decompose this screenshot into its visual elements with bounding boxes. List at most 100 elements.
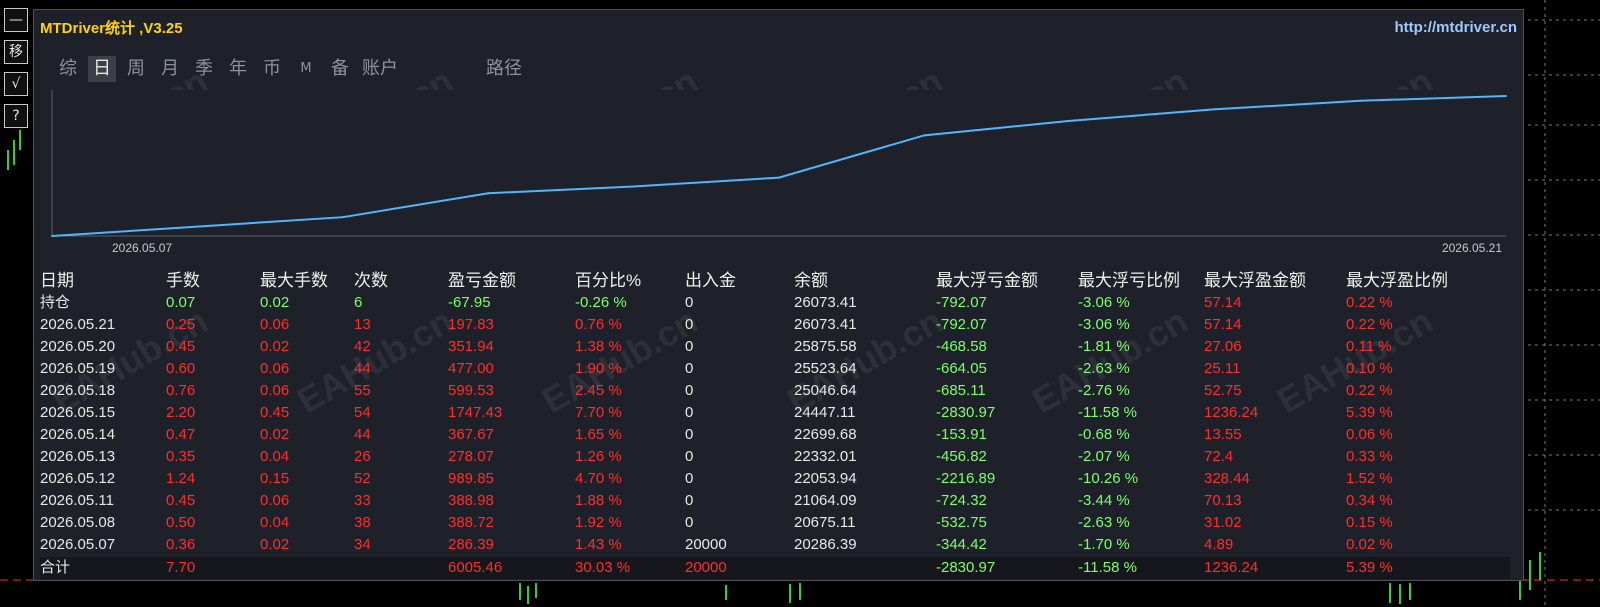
header-count: 次数 (354, 271, 388, 290)
tab-week[interactable]: 周 (122, 56, 150, 82)
cell-balance: 26073.41 (794, 316, 857, 333)
header-max-float-loss: 最大浮亏金额 (936, 271, 1038, 290)
cell-percent: 1.43 % (575, 536, 622, 553)
header-max-float-profit: 最大浮盈金额 (1204, 271, 1306, 290)
help-button[interactable]: ? (4, 104, 28, 128)
cell-balance: 25523.64 (794, 360, 857, 377)
cell-max-float-profit-pct: 0.02 % (1346, 536, 1393, 553)
cell-percent: 7.70 % (575, 404, 622, 421)
cell-pnl: -67.95 (448, 294, 491, 311)
tab-overview[interactable]: 综 (54, 56, 82, 82)
cell-pnl: 351.94 (448, 338, 494, 355)
tab-currency[interactable]: 币 (258, 56, 286, 82)
cell-max-float-loss-pct: -3.44 % (1078, 492, 1130, 509)
table-row: 2026.05.19 0.60 0.06 44 477.00 1.90 % 0 25523.6… (40, 358, 1510, 380)
header-deposit: 出入金 (685, 271, 736, 290)
cell-max-float-profit-pct: 0.10 % (1346, 360, 1393, 377)
cell-pnl: 286.39 (448, 536, 494, 553)
cell-deposit: 0 (685, 294, 694, 311)
cell-max-float-loss-pct: -10.26 % (1078, 470, 1139, 487)
balance-point (341, 216, 344, 219)
check-button[interactable]: √ (4, 72, 28, 96)
cell-max-float-loss: -344.42 (936, 536, 987, 553)
tab-m[interactable]: M (292, 56, 320, 82)
stats-panel: EAHub.cn EAHub.cn EAHub.cn EAHub.cn EAHub.cn… (33, 9, 1524, 581)
header-percent: 百分比% (575, 271, 642, 290)
cell-max-float-profit: 328.44 (1204, 470, 1250, 487)
cell-pnl: 388.98 (448, 492, 494, 509)
cell-max-float-loss-pct: -11.58 % (1078, 404, 1137, 421)
cell-pnl: 197.83 (448, 316, 494, 333)
cell-max-float-profit: 72.4 (1204, 448, 1234, 465)
table-row: 2026.05.07 0.36 0.02 34 286.39 1.43 % 20000 202… (40, 534, 1510, 556)
header-max-float-loss-pct: 最大浮亏比例 (1078, 271, 1180, 290)
cell-count: 55 (354, 382, 371, 399)
move-button[interactable]: 移 (4, 40, 28, 64)
cell-deposit: 0 (685, 514, 694, 531)
cell-deposit: 0 (685, 382, 694, 399)
cell-max-float-profit: 13.55 (1204, 426, 1242, 443)
cell-max-float-loss-pct: -2.76 % (1078, 382, 1130, 399)
cell-count: 42 (354, 338, 371, 355)
cell-deposit: 0 (685, 338, 694, 355)
cell-deposit: 20000 (685, 536, 727, 553)
cell-pnl: 278.07 (448, 448, 494, 465)
tab-backup[interactable]: 备 (326, 56, 354, 82)
cell-balance: 26073.41 (794, 294, 857, 311)
cell-max-float-profit-pct: 0.11 % (1346, 338, 1392, 355)
cell-max-float-profit-pct: 0.22 % (1346, 316, 1393, 333)
cell-date: 2026.05.18 (40, 382, 116, 399)
balance-point (923, 134, 926, 137)
balance-point (1359, 99, 1362, 102)
cell-balance: 25046.64 (794, 382, 857, 399)
cell-lots: 1.24 (166, 470, 196, 487)
cell-max-float-loss-pct: -2.63 % (1078, 360, 1130, 377)
tab-quarter[interactable]: 季 (190, 56, 218, 82)
cell-max-float-loss: -724.32 (936, 492, 987, 509)
cell-max-float-loss: -456.82 (936, 448, 987, 465)
cell-lots: 0.36 (166, 536, 196, 553)
cell-percent: 4.70 % (575, 470, 622, 487)
cell-max-lots: 0.06 (260, 492, 290, 509)
balance-point (1068, 119, 1071, 122)
website-link[interactable]: http://mtdriver.cn (1394, 19, 1517, 36)
cell-lots: 0.25 (166, 316, 196, 333)
cell-count: 34 (354, 536, 371, 553)
balance-point (196, 225, 199, 228)
cell-pnl: 599.53 (448, 382, 494, 399)
tab-path[interactable]: 路径 (486, 56, 522, 82)
header-date: 日期 (40, 271, 74, 290)
minimize-button[interactable]: — (4, 8, 28, 32)
header-pnl: 盈亏金额 (448, 271, 516, 290)
cell-percent: 1.90 % (575, 360, 622, 377)
table-header-row: 日期 手数 最大手数 次数 盈亏金额 百分比% 出入金 余额 最大浮亏金额 最大浮亏比例 最大浮盈金… (40, 270, 1510, 292)
tab-year[interactable]: 年 (224, 56, 252, 82)
table-row: 2026.05.15 2.20 0.45 54 1747.43 7.70 % 0 24447.… (40, 402, 1510, 424)
cell-deposit: 0 (685, 426, 694, 443)
cell-percent: 1.92 % (575, 514, 622, 531)
cell-percent: 30.03 % (575, 559, 631, 576)
tab-account[interactable]: 账户 (360, 56, 400, 82)
cell-percent: 0.76 % (575, 316, 622, 333)
cell-max-float-profit: 4.89 (1204, 536, 1234, 553)
balance-chart: 2026.05.07 2026.05.21 (51, 90, 1507, 255)
cell-date: 2026.05.11 (40, 492, 114, 509)
cell-max-float-profit-pct: 0.33 % (1346, 448, 1393, 465)
cell-lots: 0.60 (166, 360, 196, 377)
cell-max-float-profit: 31.02 (1204, 514, 1242, 531)
cell-max-float-loss: -2830.97 (936, 559, 996, 576)
balance-point (778, 176, 780, 179)
tab-month[interactable]: 月 (156, 56, 184, 82)
cell-lots: 0.35 (166, 448, 196, 465)
cell-date: 合计 (40, 559, 71, 576)
cell-date: 2026.05.12 (40, 470, 116, 487)
cell-lots: 0.45 (166, 492, 196, 509)
cell-date: 2026.05.15 (40, 404, 116, 421)
cell-pnl: 388.72 (448, 514, 494, 531)
tab-day[interactable]: 日 (88, 56, 116, 82)
cell-balance: 22332.01 (794, 448, 857, 465)
cell-max-float-profit-pct: 1.52 % (1346, 470, 1393, 487)
table-row: 2026.05.14 0.47 0.02 44 367.67 1.65 % 0 22699.6… (40, 424, 1510, 446)
cell-max-float-profit: 25.11 (1204, 360, 1241, 377)
cell-max-float-loss: -532.75 (936, 514, 987, 531)
